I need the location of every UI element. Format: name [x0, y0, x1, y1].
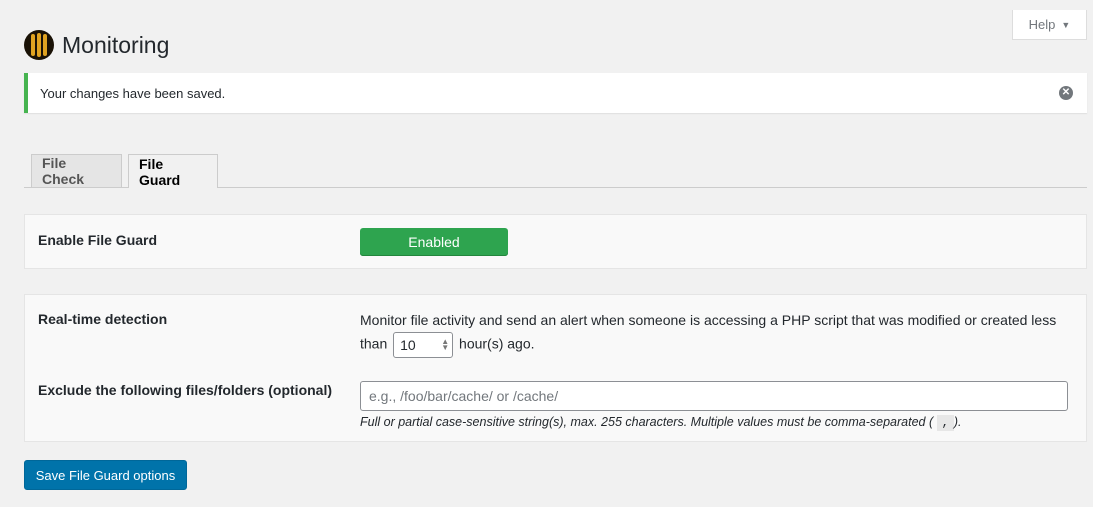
exclude-input[interactable]: e.g., /foo/bar/cache/ or /cache/: [360, 381, 1068, 411]
tab-bar: File Check File Guard: [24, 154, 1087, 188]
hint-text-before: Full or partial case-sensitive string(s)…: [360, 415, 934, 429]
caret-down-icon: ▼: [1061, 19, 1071, 30]
page-title: Monitoring: [62, 31, 170, 58]
exclude-label: Exclude the following files/folders (opt…: [38, 382, 333, 398]
help-label: Help: [1028, 17, 1056, 32]
stepper-arrows-icon[interactable]: ▲ ▼: [441, 338, 449, 352]
enable-panel: Enable File Guard Enabled: [24, 214, 1087, 269]
page-header: Monitoring: [24, 30, 169, 60]
tab-file-check[interactable]: File Check: [31, 154, 122, 187]
enabled-toggle-button[interactable]: Enabled: [360, 228, 508, 256]
dismiss-icon[interactable]: ✕: [1059, 86, 1073, 100]
plugin-logo-icon: [24, 30, 54, 60]
realtime-desc-after: hour(s) ago.: [459, 335, 535, 352]
realtime-description: Monitor file activity and send an alert …: [360, 309, 1070, 358]
notice-message: Your changes have been saved.: [40, 85, 226, 101]
tab-file-guard[interactable]: File Guard: [128, 154, 218, 188]
realtime-detection-label: Real-time detection: [38, 311, 168, 327]
enable-file-guard-label: Enable File Guard: [38, 232, 158, 248]
exclude-hint: Full or partial case-sensitive string(s)…: [360, 415, 962, 431]
success-notice: Your changes have been saved. ✕: [24, 73, 1087, 113]
hours-value: 10: [400, 336, 416, 353]
options-panel: Real-time detection Monitor file activit…: [24, 294, 1087, 442]
save-file-guard-button[interactable]: Save File Guard options: [24, 460, 187, 490]
hint-code: ,: [936, 415, 954, 431]
hint-text-after: ).: [953, 415, 962, 429]
exclude-placeholder: e.g., /foo/bar/cache/ or /cache/: [369, 388, 559, 404]
hours-stepper[interactable]: 10 ▲ ▼: [393, 332, 454, 358]
help-button[interactable]: Help ▼: [1012, 10, 1087, 40]
